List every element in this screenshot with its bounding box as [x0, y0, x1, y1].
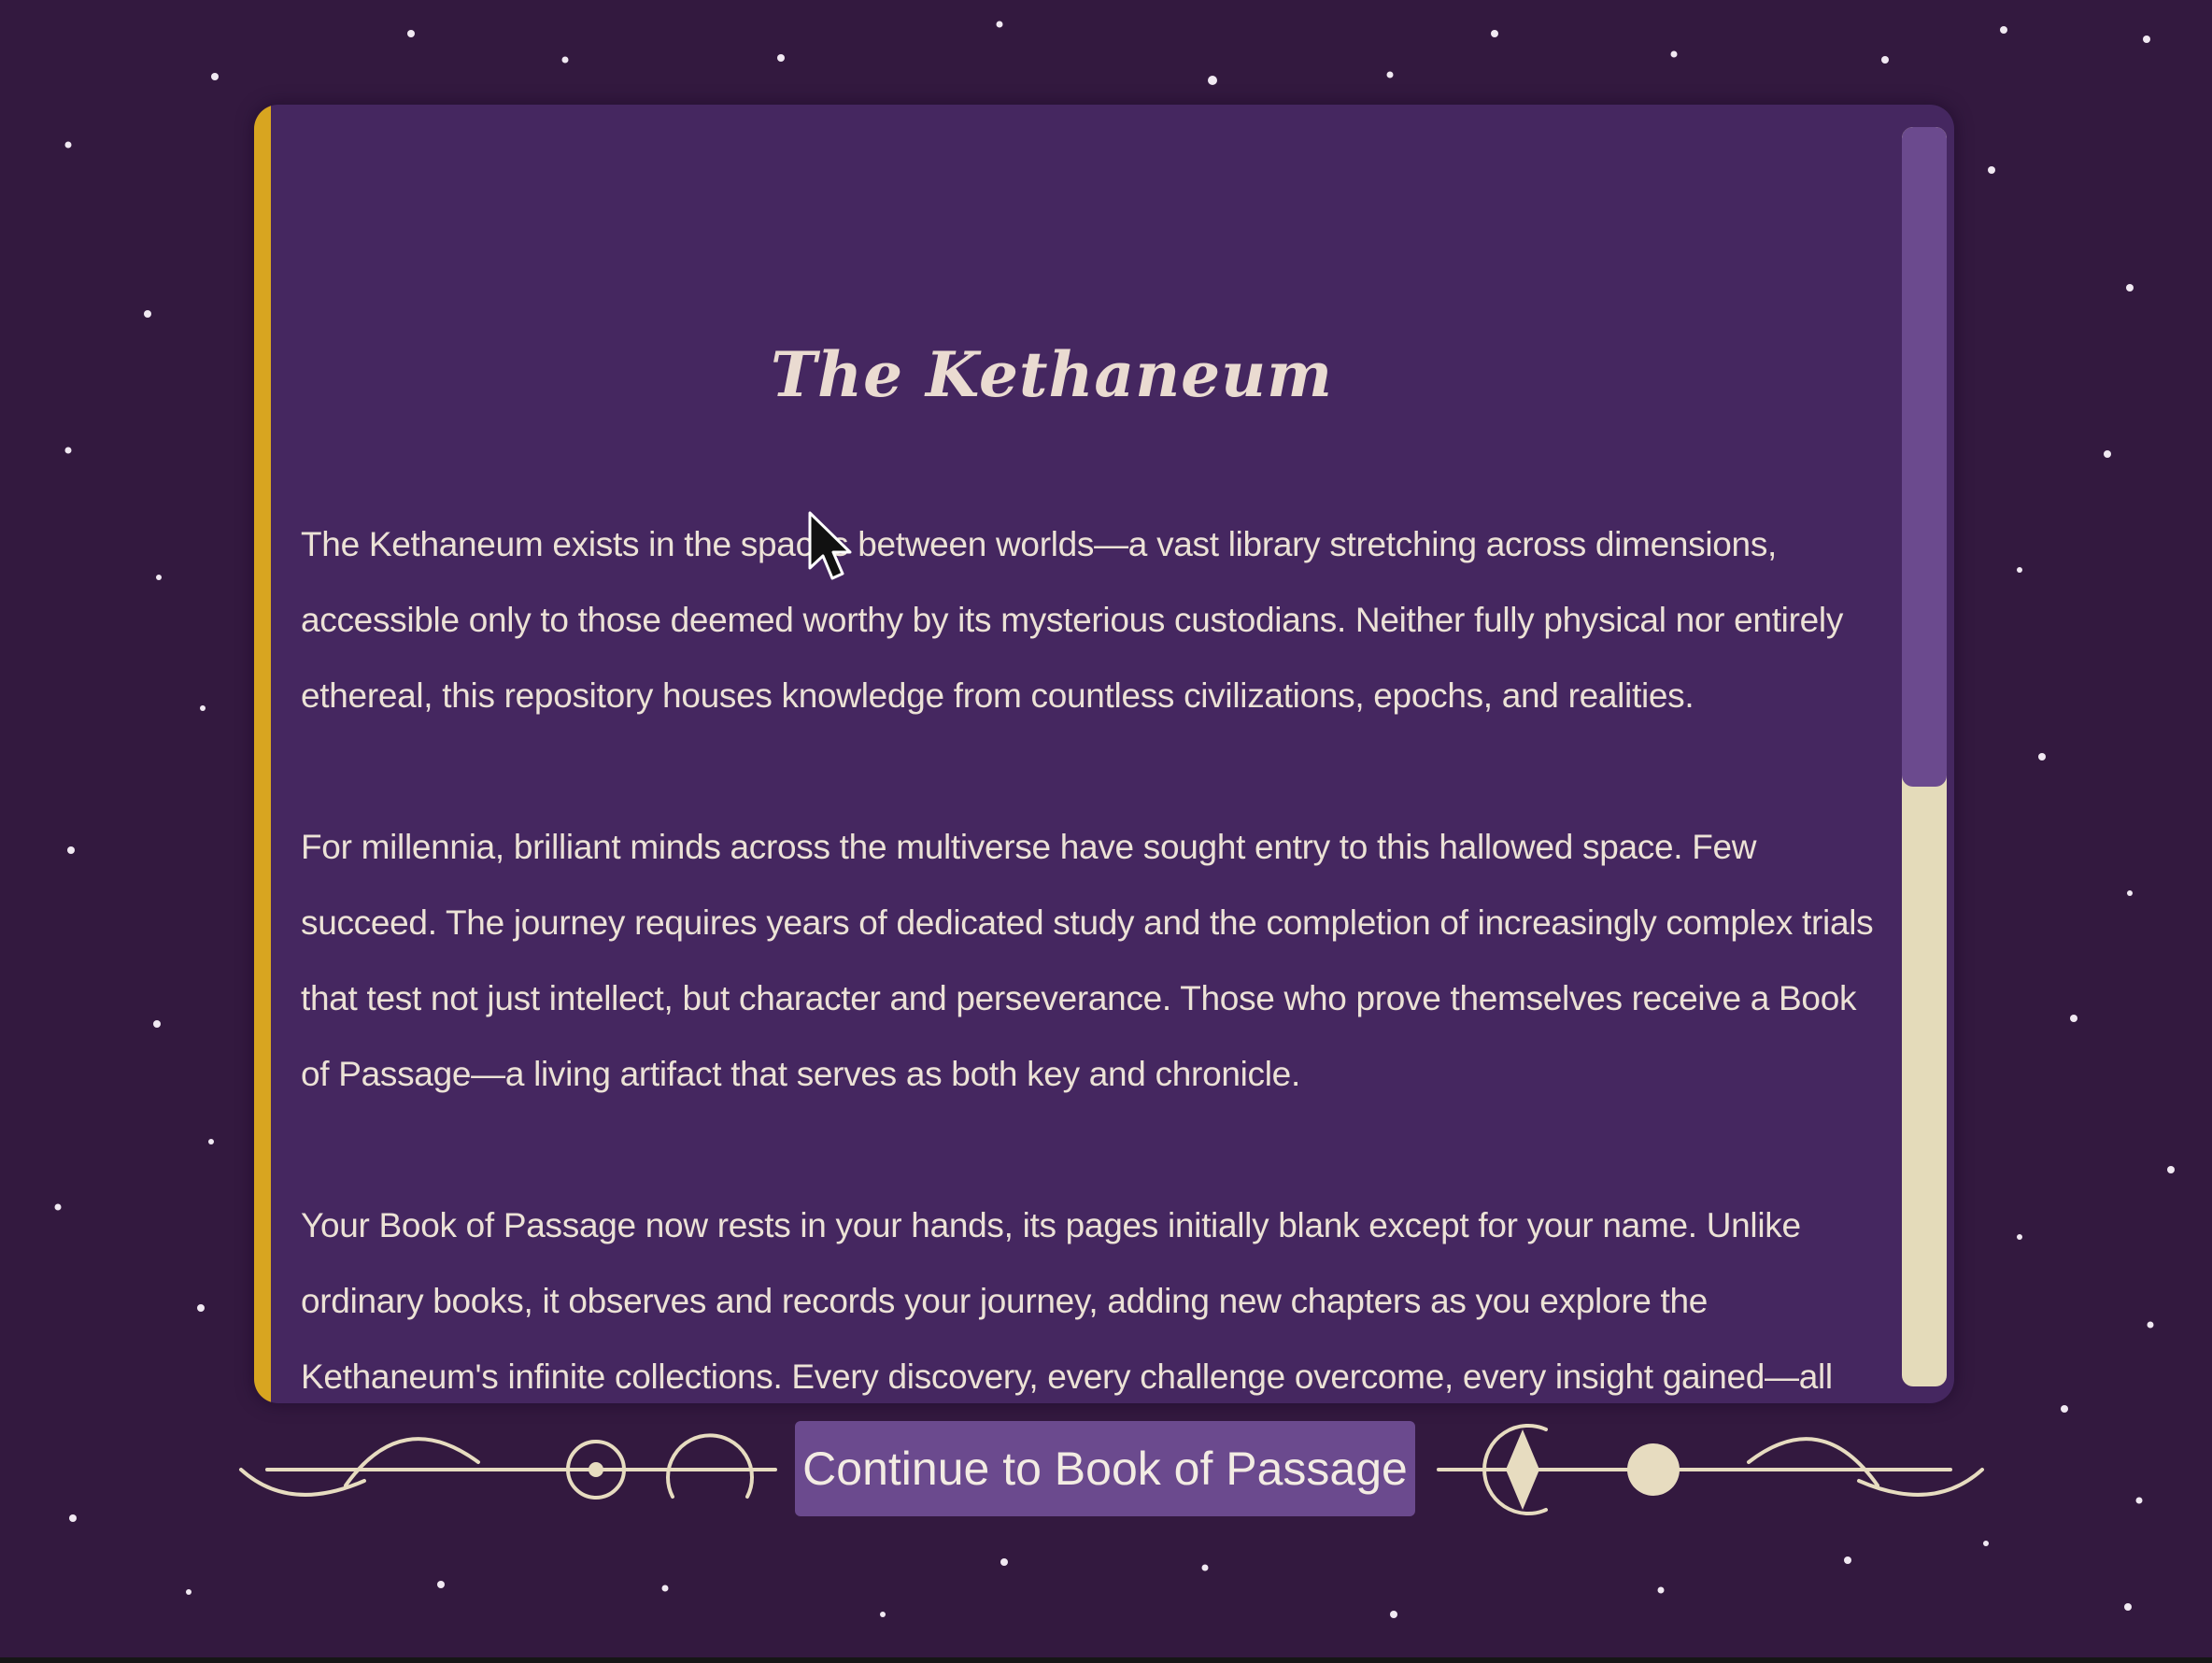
arrow-cursor-icon	[808, 511, 852, 580]
intro-panel: The Kethaneum The Kethaneum exists in th…	[254, 105, 1954, 1403]
page-title: The Kethaneum	[770, 338, 1333, 411]
scrollbar-thumb[interactable]	[1902, 127, 1947, 787]
intro-paragraph: For millennia, brilliant minds across th…	[301, 828, 1874, 1093]
panel-spine	[254, 105, 271, 1403]
continue-button[interactable]: Continue to Book of Passage	[795, 1421, 1415, 1516]
panel-scrollbar[interactable]	[1902, 127, 1947, 1386]
intro-text: The Kethaneum exists in the spaces betwe…	[301, 506, 1879, 1403]
intro-screen: The Kethaneum The Kethaneum exists in th…	[0, 0, 2212, 1663]
flourish-left-icon	[239, 1433, 777, 1500]
intro-paragraph: Your Book of Passage now rests in your h…	[301, 1206, 1833, 1396]
bottom-edge	[0, 1657, 2212, 1663]
diamond-icon	[1506, 1429, 1539, 1510]
intro-paragraph: The Kethaneum exists in the spaces betwe…	[301, 525, 1844, 715]
